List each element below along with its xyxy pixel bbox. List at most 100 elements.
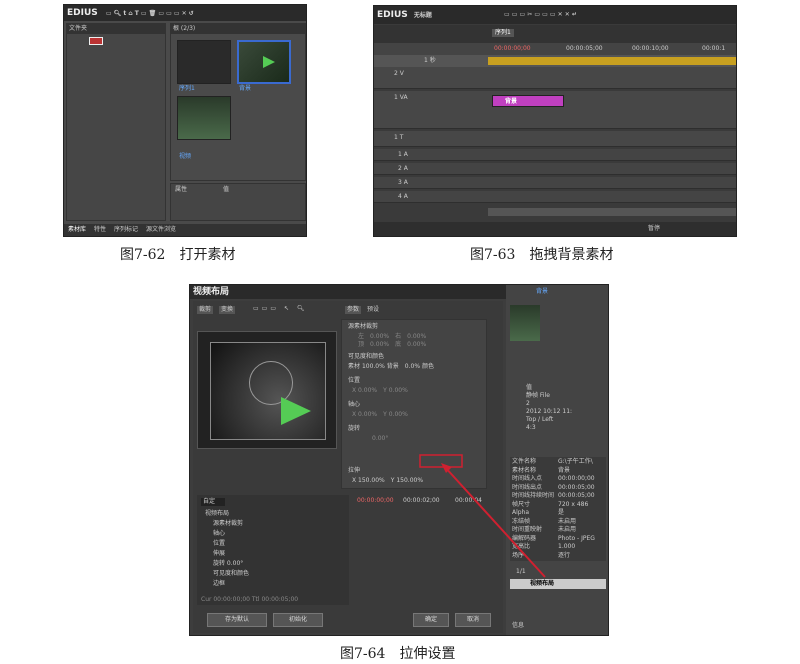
tree-item-7[interactable]: 边框 [213,581,225,587]
tab-library[interactable]: 素材库 [68,227,86,233]
clip-name-video: 视频 [179,153,192,160]
track-4a[interactable]: 4 A [374,191,736,203]
bin-pane[interactable]: 根 (2/3) 序列1 背景 视频 [170,23,306,181]
prop-header-attr: 属性 [175,186,188,193]
cancel-button[interactable]: 取消 [455,613,491,627]
horizontal-scrollbar[interactable] [488,208,736,216]
tree-item-0[interactable]: 视频布局 [205,511,229,517]
section-pivot[interactable]: 轴心 [348,402,360,408]
folder-tree-header: 文件夹 [67,24,165,34]
side-prop-2: 2 [526,400,530,407]
section-crop[interactable]: 源素材裁剪 [348,324,378,330]
prop-key: 帧尺寸 [512,500,531,508]
initialize-button[interactable]: 初始化 [273,613,323,627]
visibility-row[interactable]: 素材 100.0% 背景 0.0% 颜色 [348,364,434,370]
prop-value: G:\子午工作\ [558,458,593,465]
prop-key: 冻结帧 [512,517,531,525]
prop-value: 00:00:00;00 [558,475,595,482]
section-visibility[interactable]: 可见度和颜色 [348,354,384,360]
props-table-row: 时间重映射 未启用 [512,526,576,533]
tab-presets[interactable]: 预设 [365,306,381,314]
pivot-row[interactable]: X 0.00% Y 0.00% [352,412,408,418]
kf-time-1: 00:00:02;00 [403,497,440,504]
folder-tree-pane[interactable]: 文件夹 [66,23,166,221]
tree-item-1[interactable]: 源素材裁剪 [213,521,243,527]
effects-tab[interactable]: 1/1 [516,569,526,575]
zoom-level[interactable]: 1 秒 [424,58,436,64]
track-1va[interactable]: 1 VA 背景 [374,91,736,129]
app-title: EDIUS [67,8,98,18]
prop-key: 宽高比 [512,543,531,550]
section-stretch[interactable]: 拉伸 [348,468,360,474]
effect-row[interactable]: 视频布局 [510,579,606,589]
tab-properties[interactable]: 特性 [94,227,106,233]
caption-7-63: 图7-63 拖拽背景素材 [470,247,614,263]
clip-thumb-background[interactable] [237,40,291,84]
props-table-row: 场序 逐行 [512,552,570,559]
kf-time-0: 00:00:00;00 [357,497,394,504]
tree-item-5[interactable]: 旋转 0.00° [213,561,243,567]
caption-7-62: 图7-62 打开素材 [120,247,236,263]
props-table-row: 冻结帧 未启用 [512,517,576,525]
bin-label: 根 (2/3) [171,24,305,34]
preview-canvas[interactable] [197,331,337,449]
ok-button[interactable]: 确定 [413,613,449,627]
section-rotation[interactable]: 旋转 [348,426,360,432]
clip-thumb-video[interactable] [177,96,231,140]
timecode-0: 00:00:00;00 [494,45,531,52]
side-clip-thumb[interactable] [510,305,540,341]
zoom-row: 1 秒 [374,55,736,67]
caption-7-64: 图7-64 拉伸设置 [340,646,456,662]
prop-key: 时间重映射 [512,526,543,533]
prop-value: 未启用 [558,517,577,525]
ruler-row: 00:00:00;00 00:00:05;00 00:00:10;00 00:0… [374,43,736,55]
kf-time-2: 00:00:04 [455,497,482,504]
keyframe-timeline[interactable]: 00:00:00;00 00:00:02;00 00:00:04 [351,495,487,605]
props-table-row: 编解码器 Photo - JPEG [512,535,595,542]
track-1a[interactable]: 1 A [374,149,736,161]
prop-header-value: 值 [223,186,230,193]
folder-icon[interactable] [89,37,103,45]
fig62-window: EDIUS ▭ 🔍︎ t ⌂ T ▭ 🗑 ▭ ▭ ▭ ✕ ↺ 文件夹 根 (2/… [63,4,307,237]
position-row[interactable]: X 0.00% Y 0.00% [352,388,408,394]
tab-crop[interactable]: 裁剪 [197,306,214,314]
toolbar-icons[interactable]: ▭ ▭ ▭ ✂ ▭ ▭ ▭ ✕ ✕ ↵ [504,6,577,24]
track-3a[interactable]: 3 A [374,177,736,189]
section-position[interactable]: 位置 [348,378,360,384]
crop-row-1[interactable]: 左 0.00% 右 0.00% [358,334,426,340]
props-table-row: 时间线持续时间 00:00:05;00 [512,493,595,499]
props-table-row: 帧尺寸 720 x 486 [512,500,588,508]
timeline-clip-background[interactable]: 背景 [492,95,564,107]
track-toolbar[interactable]: 序列1 [374,25,736,43]
prop-value: 00:00:05;00 [558,483,595,491]
tree-item-4[interactable]: 伸展 [213,551,225,557]
track-1t[interactable]: 1 T [374,131,736,147]
timecode-1: 00:00:05;00 [566,45,603,52]
tree-item-6[interactable]: 可见度和颜色 [213,571,249,577]
track-2a[interactable]: 2 A [374,163,736,175]
tree-item-2[interactable]: 轴心 [213,531,225,537]
stretch-row[interactable]: X 150.00% Y 150.00% [352,478,423,484]
preset-dropdown[interactable]: 自定 [201,498,226,506]
save-default-button[interactable]: 存为默认 [207,613,267,627]
track-2v[interactable]: 2 V [374,67,736,89]
clip-thumb-sequence[interactable] [177,40,231,84]
toolbar-icons[interactable]: ▭ 🔍︎ t ⌂ T ▭ 🗑 ▭ ▭ ▭ ✕ ↺ [106,10,194,17]
sequence-tab[interactable]: 序列1 [492,29,514,37]
tab-markers[interactable]: 序列标记 [114,227,138,233]
side-prop-3: 2012 10:12 11: [526,408,573,415]
tree-item-3[interactable]: 位置 [213,541,225,547]
tab-source-browser[interactable]: 源文件浏览 [146,227,176,233]
fig62-titlebar: EDIUS ▭ 🔍︎ t ⌂ T ▭ 🗑 ▭ ▭ ▭ ✕ ↺ [64,5,306,21]
preview-image [210,342,326,440]
rotation-value[interactable]: 0.00° [372,436,388,442]
props-table-row: 素材名称 背景 [512,467,570,474]
tab-transform[interactable]: 变换 [219,306,236,314]
side-prop-0: 值 [526,384,533,391]
crop-row-2[interactable]: 顶 0.00% 底 0.00% [358,342,426,348]
side-clip-name: 背景 [536,288,549,295]
bottom-label: 信息 [512,622,525,629]
view-icons[interactable]: ▭▭▭ ↖ 🔍︎ [253,306,307,312]
tab-params[interactable]: 参数 [345,306,362,314]
track-area: 2 V 1 VA 背景 1 T 1 A 2 A 3 A 4 A [374,67,736,207]
